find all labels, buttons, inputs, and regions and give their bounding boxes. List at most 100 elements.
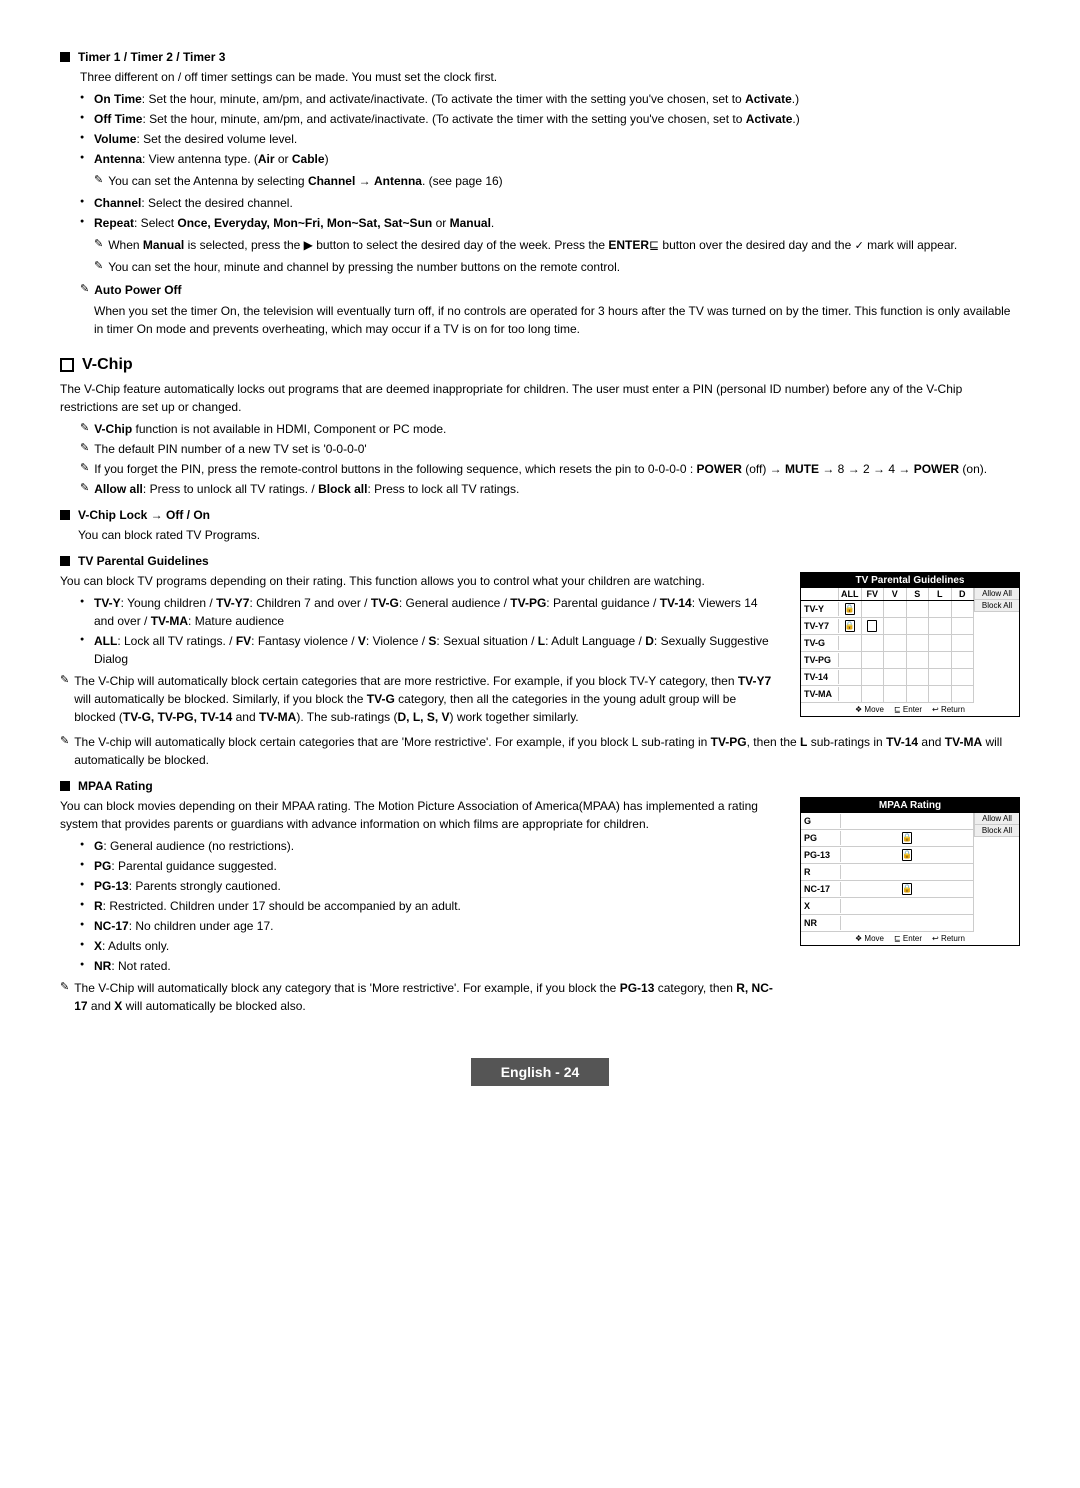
- tv-parental-header: TV Parental Guidelines: [60, 554, 1020, 568]
- mpaa-row-pg: PG 🔒: [801, 830, 974, 847]
- vchip-intro: The V-Chip feature automatically locks o…: [60, 380, 1020, 416]
- vchip-note-1: ✎ V-Chip function is not available in HD…: [80, 420, 1020, 438]
- timer-intro: Three different on / off timer settings …: [80, 68, 1020, 86]
- tv-parental-header-row: ALL FV V S L D: [801, 588, 974, 601]
- tv-row-tvpg: TV-PG: [801, 652, 974, 669]
- timer-bullet-list2: Channel: Select the desired channel. Rep…: [80, 194, 1020, 232]
- mpaa-row-nc17: NC-17 🔒: [801, 881, 974, 898]
- tv-parental-footer: ❖ Move ⊑ Enter ↩ Return: [801, 703, 1019, 716]
- tv-btn-group: Allow All Block All: [974, 588, 1019, 703]
- auto-power-block: ✎ Auto Power Off: [80, 281, 1020, 299]
- mpaa-content: You can block movies depending on their …: [60, 797, 1020, 1018]
- vchip-checkbox-icon: [60, 358, 74, 372]
- mpaa-text-col: You can block movies depending on their …: [60, 797, 780, 1018]
- tv-parental-text-col: You can block TV programs depending on t…: [60, 572, 780, 729]
- col-l: L: [929, 588, 952, 600]
- mpaa-bullet-g: G: General audience (no restrictions).: [80, 837, 780, 855]
- col-d: D: [952, 588, 975, 600]
- vchip-title: V-Chip: [82, 356, 133, 374]
- tv-row-tv14: TV-14: [801, 669, 974, 686]
- col-v: V: [884, 588, 907, 600]
- vchip-lock-title: V-Chip Lock → Off / On: [78, 508, 210, 522]
- mpaa-bullet-pg13: PG-13: Parents strongly cautioned.: [80, 877, 780, 895]
- tv-parental-square-icon: [60, 556, 70, 566]
- vchip-lock-section: V-Chip Lock → Off / On You can block rat…: [60, 508, 1020, 544]
- mpaa-btn-group: Allow All Block All: [974, 813, 1019, 932]
- timer-square-icon: [60, 52, 70, 62]
- auto-power-text: When you set the timer On, the televisio…: [94, 302, 1020, 338]
- mpaa-section: MPAA Rating You can block movies dependi…: [60, 779, 1020, 1018]
- tv-parental-content: You can block TV programs depending on t…: [60, 572, 1020, 729]
- tv-parental-note-1: ✎ The V-Chip will automatically block ce…: [60, 672, 780, 726]
- mpaa-title: MPAA Rating: [78, 779, 153, 793]
- timer-header: Timer 1 / Timer 2 / Timer 3: [60, 50, 1020, 64]
- vchip-notes: ✎ V-Chip function is not available in HD…: [80, 420, 1020, 498]
- tv-row-tvy7: TV-Y7 🔒: [801, 618, 974, 635]
- vchip-lock-text: You can block rated TV Programs.: [78, 526, 1020, 544]
- mpaa-bullet-r: R: Restricted. Children under 17 should …: [80, 897, 780, 915]
- vchip-section: V-Chip The V-Chip feature automatically …: [60, 356, 1020, 1018]
- timer-bullet-offtime: Off Time: Set the hour, minute, am/pm, a…: [80, 110, 1020, 128]
- mpaa-bullet-nr: NR: Not rated.: [80, 957, 780, 975]
- tv-parental-bullet-list: TV-Y: Young children / TV-Y7: Children 7…: [80, 594, 780, 668]
- mpaa-bullet-x: X: Adults only.: [80, 937, 780, 955]
- timer-section: Timer 1 / Timer 2 / Timer 3 Three differ…: [60, 50, 1020, 338]
- vchip-note-3: ✎ If you forget the PIN, press the remot…: [80, 460, 1020, 478]
- note-icon-v1: ✎: [80, 421, 89, 434]
- vchip-lock-square-icon: [60, 510, 70, 520]
- footer-label: English - 24: [471, 1058, 610, 1086]
- mpaa-table-title: MPAA Rating: [801, 798, 1019, 813]
- col-fv: FV: [862, 588, 885, 600]
- tv-row-tvma: TV-MA: [801, 686, 974, 703]
- vchip-lock-header: V-Chip Lock → Off / On: [60, 508, 1020, 522]
- col-s: S: [907, 588, 930, 600]
- tv-block-all-btn[interactable]: Block All: [974, 600, 1019, 612]
- tv-parental-table-main: ALL FV V S L D TV-Y 🔒: [801, 588, 974, 703]
- timer-bullet-repeat: Repeat: Select Once, Everyday, Mon~Fri, …: [80, 214, 1020, 232]
- tv-parental-table-layout: ALL FV V S L D TV-Y 🔒: [801, 588, 1019, 703]
- tv-row-tvy: TV-Y 🔒: [801, 601, 974, 618]
- mpaa-table-layout: G PG 🔒 PG-13 🔒 R: [801, 813, 1019, 932]
- mpaa-row-g: G: [801, 813, 974, 830]
- mpaa-bullet-nc17: NC-17: No children under age 17.: [80, 917, 780, 935]
- tv-parental-note-2: ✎ The V-chip will automatically block ce…: [60, 733, 1020, 769]
- mpaa-allow-all-btn[interactable]: Allow All: [974, 813, 1019, 825]
- vchip-note-4: ✎ Allow all: Press to unlock all TV rati…: [80, 480, 1020, 498]
- mpaa-bullet-list: G: General audience (no restrictions). P…: [80, 837, 780, 975]
- mpaa-row-r: R: [801, 864, 974, 881]
- note-icon-tp2: ✎: [60, 734, 69, 747]
- mpaa-row-pg13: PG-13 🔒: [801, 847, 974, 864]
- note-icon-v3: ✎: [80, 461, 89, 474]
- mpaa-note: ✎ The V-Chip will automatically block an…: [60, 979, 780, 1015]
- mpaa-block-all-btn[interactable]: Block All: [974, 825, 1019, 837]
- mpaa-footer: ❖ Move ⊑ Enter ↩ Return: [801, 932, 1019, 945]
- note-icon-v4: ✎: [80, 481, 89, 494]
- mpaa-bullet-pg: PG: Parental guidance suggested.: [80, 857, 780, 875]
- timer-bullet-list: On Time: Set the hour, minute, am/pm, an…: [80, 90, 1020, 168]
- note-icon-tp1: ✎: [60, 673, 69, 686]
- timer-bullet-channel: Channel: Select the desired channel.: [80, 194, 1020, 212]
- note-icon-hour: ✎: [94, 259, 103, 272]
- tv-parental-section: TV Parental Guidelines You can block TV …: [60, 554, 1020, 769]
- mpaa-header: MPAA Rating: [60, 779, 1020, 793]
- vchip-note-2: ✎ The default PIN number of a new TV set…: [80, 440, 1020, 458]
- timer-title: Timer 1 / Timer 2 / Timer 3: [78, 50, 225, 64]
- timer-bullet-ontime: On Time: Set the hour, minute, am/pm, an…: [80, 90, 1020, 108]
- mpaa-row-nr: NR: [801, 915, 974, 932]
- note-icon-manual: ✎: [94, 237, 103, 250]
- note-icon-mpaa: ✎: [60, 980, 69, 993]
- timer-bullet-volume: Volume: Set the desired volume level.: [80, 130, 1020, 148]
- note-icon-antenna: ✎: [94, 173, 103, 186]
- tv-parental-bullet-2: ALL: Lock all TV ratings. / FV: Fantasy …: [80, 632, 780, 668]
- hour-note: ✎ You can set the hour, minute and chann…: [94, 258, 1020, 276]
- tv-parental-table: TV Parental Guidelines ALL FV V S L D: [800, 572, 1020, 717]
- mpaa-table-main: G PG 🔒 PG-13 🔒 R: [801, 813, 974, 932]
- note-icon-v2: ✎: [80, 441, 89, 454]
- tv-parental-bullet-1: TV-Y: Young children / TV-Y7: Children 7…: [80, 594, 780, 630]
- tv-allow-all-btn[interactable]: Allow All: [974, 588, 1019, 600]
- tv-parental-table-title: TV Parental Guidelines: [801, 573, 1019, 588]
- tv-parental-title: TV Parental Guidelines: [78, 554, 209, 568]
- vchip-header: V-Chip: [60, 356, 1020, 374]
- mpaa-intro: You can block movies depending on their …: [60, 797, 780, 833]
- col-all: ALL: [839, 588, 862, 600]
